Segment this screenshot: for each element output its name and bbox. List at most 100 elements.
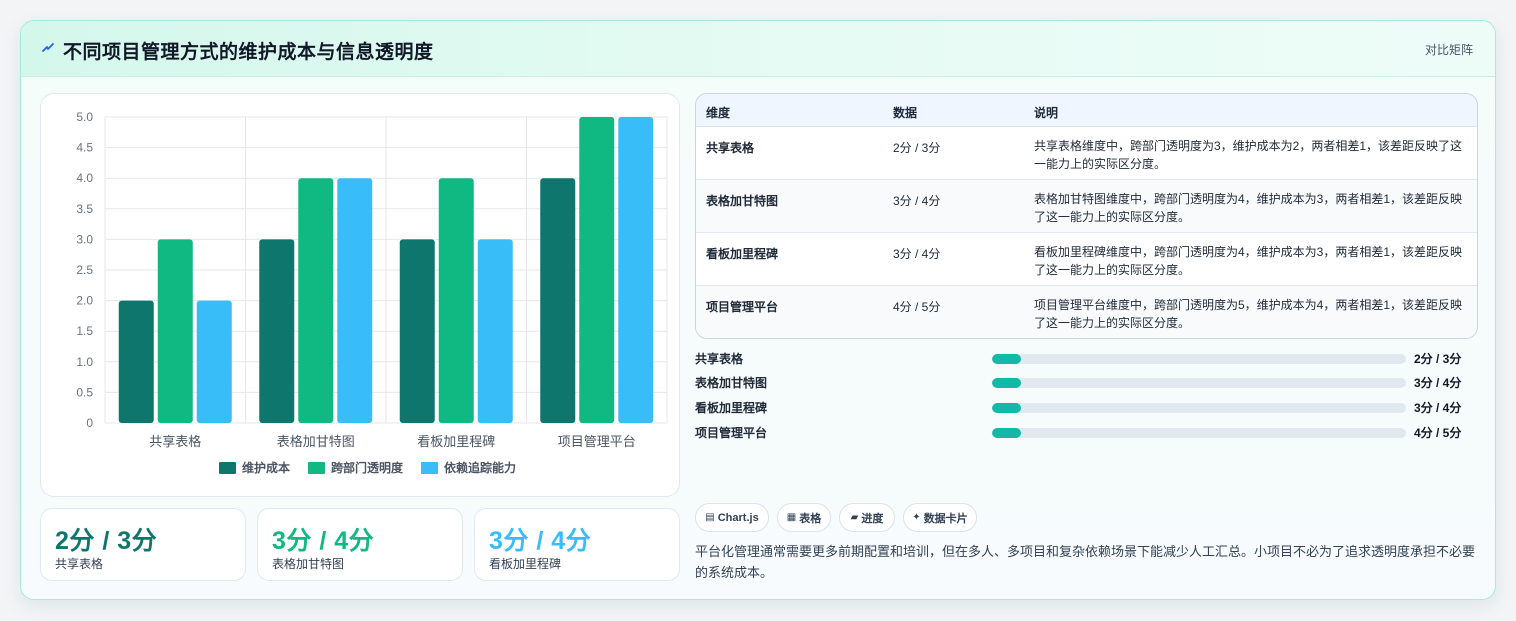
- table-icon: ▦: [786, 512, 797, 523]
- legend-label: 依赖追踪能力: [444, 460, 516, 475]
- table-cell-dimension: 项目管理平台: [706, 300, 779, 314]
- progress-track: [992, 403, 1406, 413]
- table-cell-description: 表格加甘特图维度中，跨部门透明度为4，维护成本为3，两者相差1，该差距反映了这一…: [1034, 192, 1463, 224]
- lightning-icon: [42, 43, 54, 52]
- kpi-value: 3分 / 4分: [489, 527, 592, 555]
- bar: [399, 239, 435, 423]
- table-row: 共享表格 2分 / 3分 共享表格维度中，跨部门透明度为3，维护成本为2，两者相…: [696, 127, 1477, 180]
- kpi-label: 看板加里程碑: [489, 557, 562, 571]
- progress-value: 2分 / 3分: [1414, 352, 1462, 366]
- table-cell-data: 4分 / 5分: [893, 300, 941, 314]
- table-cell-description: 共享表格维度中，跨部门透明度为3，维护成本为2，两者相差1，该差距反映了这一能力…: [1034, 139, 1463, 171]
- progress-row: 项目管理平台 4分 / 5分: [695, 422, 1478, 442]
- table-cell-data: 3分 / 4分: [893, 194, 941, 208]
- progress-row: 表格加甘特图 3分 / 4分: [695, 372, 1478, 392]
- y-tick-label: 4.5: [76, 141, 93, 155]
- progress-track: [992, 354, 1406, 364]
- y-tick-label: 5.0: [76, 110, 93, 124]
- tag-data-card[interactable]: ✦ 数据卡片: [903, 503, 977, 532]
- bar: [438, 178, 474, 423]
- y-tick-label: 3.5: [76, 202, 93, 216]
- kpi-label: 共享表格: [55, 557, 104, 571]
- bar: [337, 178, 373, 423]
- y-tick-label: 2.0: [76, 294, 93, 308]
- table-row: 表格加甘特图 3分 / 4分 表格加甘特图维度中，跨部门透明度为4，维护成本为3…: [696, 180, 1477, 233]
- table-cell-data: 3分 / 4分: [893, 247, 941, 261]
- progress-label: 看板加里程碑: [695, 401, 768, 415]
- pill-label: 表格: [799, 512, 822, 525]
- progress-row: 看板加里程碑 3分 / 4分: [695, 397, 1478, 417]
- y-tick-label: 4.0: [76, 171, 93, 185]
- x-tick-label: 表格加甘特图: [277, 434, 355, 449]
- bar: [477, 239, 513, 423]
- progress-value: 3分 / 4分: [1414, 401, 1462, 415]
- table-row: 项目管理平台 4分 / 5分 项目管理平台维度中，跨部门透明度为5，维护成本为4…: [696, 286, 1477, 338]
- table-cell-description: 看板加里程碑维度中，跨部门透明度为4，维护成本为3，两者相差1，该差距反映了这一…: [1034, 245, 1463, 277]
- card-header: 不同项目管理方式的维护成本与信息透明度 对比矩阵: [21, 21, 1495, 77]
- legend-swatch: [219, 462, 236, 474]
- progress-fill: [992, 428, 1021, 438]
- pill-label: 进度: [861, 512, 884, 525]
- kpi-value: 2分 / 3分: [55, 527, 158, 555]
- progress-value: 3分 / 4分: [1414, 376, 1462, 390]
- y-tick-label: 0: [86, 416, 93, 430]
- table-cell-description: 项目管理平台维度中，跨部门透明度为5，维护成本为4，两者相差1，该差距反映了这一…: [1034, 298, 1463, 330]
- x-tick-label: 项目管理平台: [558, 434, 636, 449]
- y-tick-label: 3.0: [76, 232, 93, 246]
- comparison-card: 不同项目管理方式的维护成本与信息透明度 对比矩阵 0 0.5 1.0 1.5 2.0 2.…: [20, 20, 1496, 600]
- bar: [196, 300, 232, 423]
- footnote: 平台化管理通常需要更多前期配置和培训，但在多人、多项目和复杂依赖场景下能减少人工…: [695, 544, 1476, 580]
- bar: [298, 178, 334, 423]
- chart-icon: ▤: [705, 512, 715, 523]
- progress-fill: [992, 378, 1021, 388]
- bar-chart: 0 0.5 1.0 1.5 2.0 2.5 3.0 3.5 4.0 4.5 5.0 共享表格 表格加甘特…: [76, 110, 668, 475]
- progress-icon: ▰: [850, 512, 859, 523]
- table-cell-data: 2分 / 3分: [893, 141, 941, 155]
- bar: [579, 117, 615, 423]
- tag-chartjs[interactable]: ▤ Chart.js: [695, 503, 769, 532]
- header-tag: 对比矩阵: [1424, 43, 1473, 57]
- progress-label: 表格加甘特图: [695, 376, 768, 390]
- bar: [118, 300, 154, 423]
- tag-table[interactable]: ▦ 表格: [777, 503, 831, 532]
- kpi-card-shared-sheet: 2分 / 3分 共享表格: [40, 508, 246, 581]
- comparison-table: 维度 数据 说明 共享表格 2分 / 3分 共享表格维度中，跨部门透明度为3，维…: [695, 93, 1478, 339]
- x-tick-label: 共享表格: [149, 434, 201, 449]
- y-tick-label: 2.5: [76, 263, 93, 277]
- table-row: 看板加里程碑 3分 / 4分 看板加里程碑维度中，跨部门透明度为4，维护成本为3…: [696, 233, 1477, 286]
- table-cell-dimension: 看板加里程碑: [706, 247, 779, 261]
- progress-track: [992, 428, 1406, 438]
- progress-label: 共享表格: [695, 352, 744, 366]
- kpi-value: 3分 / 4分: [272, 527, 375, 555]
- table-cell-dimension: 表格加甘特图: [706, 194, 779, 208]
- sparkle-icon: ✦: [912, 512, 921, 523]
- bar: [540, 178, 576, 423]
- pill-label: 数据卡片: [923, 512, 968, 525]
- legend-swatch: [308, 462, 325, 474]
- kpi-card-kanban-milestone: 3分 / 4分 看板加里程碑: [474, 508, 680, 581]
- kpi-card-sheet-gantt: 3分 / 4分 表格加甘特图: [257, 508, 463, 581]
- pill-label: Chart.js: [717, 511, 759, 524]
- legend-label: 跨部门透明度: [331, 460, 404, 475]
- table-header-dimension: 维度: [706, 106, 731, 120]
- progress-fill: [992, 403, 1021, 413]
- bar: [259, 239, 295, 423]
- table-header-data: 数据: [893, 106, 918, 120]
- table-header-description: 说明: [1034, 106, 1059, 120]
- y-tick-label: 1.5: [76, 324, 93, 338]
- tag-progress[interactable]: ▰ 进度: [839, 503, 895, 532]
- legend-label: 维护成本: [242, 460, 290, 475]
- progress-value: 4分 / 5分: [1414, 426, 1462, 440]
- bar: [157, 239, 193, 423]
- bar: [618, 117, 654, 423]
- table-header-row: 维度 数据 说明: [696, 94, 1477, 127]
- progress-track: [992, 378, 1406, 388]
- y-tick-label: 0.5: [76, 385, 93, 399]
- kpi-label: 表格加甘特图: [272, 557, 345, 571]
- legend-swatch: [421, 462, 438, 474]
- table-cell-dimension: 共享表格: [706, 141, 755, 155]
- progress-fill: [992, 354, 1021, 364]
- bar-chart-panel: 0 0.5 1.0 1.5 2.0 2.5 3.0 3.5 4.0 4.5 5.0 共享表格 表格加甘特…: [40, 93, 680, 497]
- x-tick-label: 看板加里程碑: [417, 434, 495, 449]
- page-title: 不同项目管理方式的维护成本与信息透明度: [63, 42, 434, 63]
